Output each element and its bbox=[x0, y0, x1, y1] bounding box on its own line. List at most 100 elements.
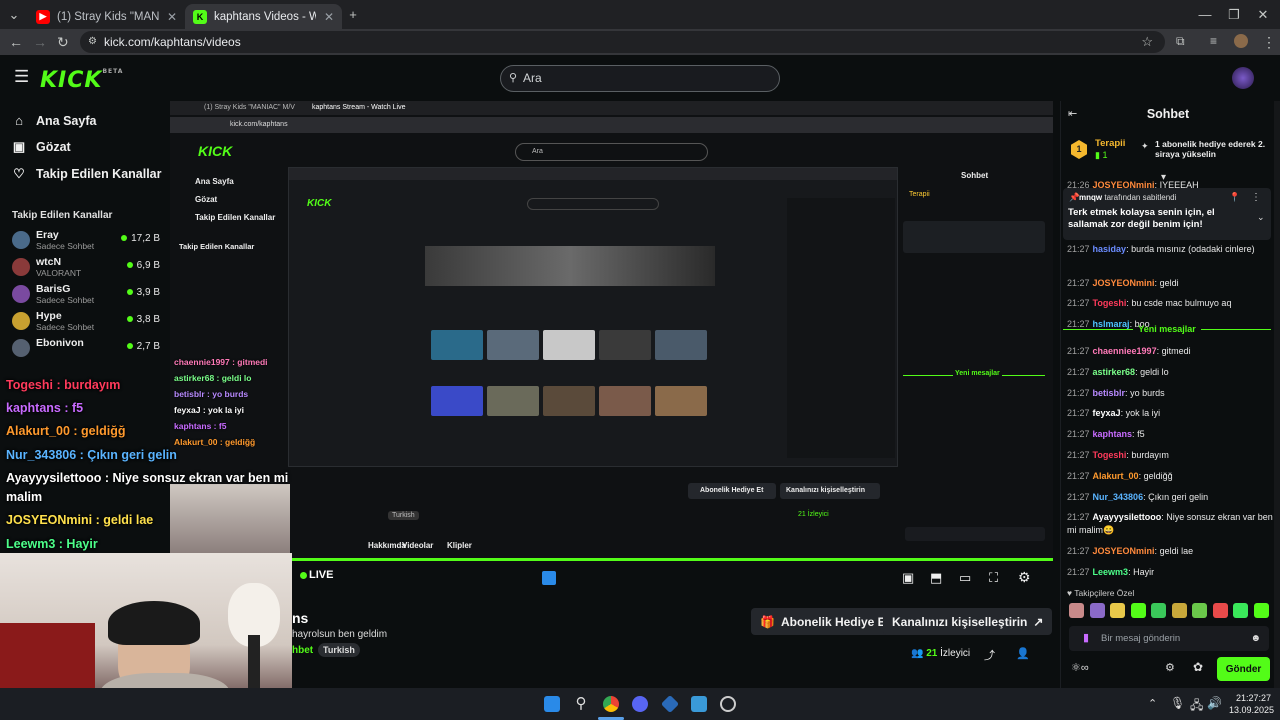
mini-player-icon[interactable]: ▣ bbox=[902, 570, 914, 586]
nested-overlay-line: astirker68 : geldi lo bbox=[174, 373, 252, 383]
theater-mode-icon[interactable]: ⬒ bbox=[930, 570, 942, 586]
share-icon[interactable]: ⤴ bbox=[984, 647, 995, 663]
clock-time[interactable]: 21:27:27 bbox=[1236, 693, 1271, 703]
msg-user[interactable]: Leewm3 bbox=[1093, 567, 1129, 577]
msg-user[interactable]: kaphtans bbox=[1093, 429, 1133, 439]
nav-following[interactable]: ♡ Takip Edilen Kanallar bbox=[12, 166, 161, 182]
forward-icon[interactable]: → bbox=[33, 34, 47, 50]
nested-kick-logo: KICK bbox=[198, 143, 233, 159]
new-tab-icon[interactable]: + bbox=[340, 0, 366, 29]
photos-icon[interactable] bbox=[691, 696, 707, 712]
emote-icon[interactable] bbox=[1192, 603, 1207, 618]
msg-time: 21:27 bbox=[1067, 567, 1090, 577]
settings-gear-icon[interactable]: ⚙ bbox=[1018, 569, 1031, 586]
browser-menu-icon[interactable]: ⋮ bbox=[1262, 34, 1276, 51]
hamburger-menu-icon[interactable]: ☰ bbox=[14, 67, 29, 87]
volume-icon[interactable]: 🔊 bbox=[1207, 696, 1222, 710]
emote-icon[interactable] bbox=[1212, 603, 1228, 618]
msg-user[interactable]: JOSYEONmini bbox=[1093, 278, 1155, 288]
close-window-icon[interactable]: ✕ bbox=[1244, 0, 1280, 29]
media-controls-icon[interactable]: ≡ bbox=[1210, 34, 1217, 48]
cinema-mode-icon[interactable]: ▭ bbox=[959, 570, 971, 586]
customize-channel-button[interactable]: Kanalınızı kişiselleştirin ↗ bbox=[883, 608, 1053, 635]
user-avatar[interactable] bbox=[1232, 67, 1254, 89]
chrome-icon[interactable] bbox=[603, 696, 619, 712]
profile-avatar[interactable] bbox=[1234, 34, 1248, 48]
microphone-icon[interactable]: 🎙 bbox=[1170, 696, 1185, 710]
follow-icon[interactable]: 👤 bbox=[1016, 647, 1030, 660]
channel-name[interactable]: ns bbox=[292, 610, 308, 626]
msg-user[interactable]: Togeshi bbox=[1093, 450, 1127, 460]
channel-avatar bbox=[12, 231, 30, 249]
followed-channel-item[interactable]: wtcN VALORANT 6,9 B bbox=[12, 254, 160, 281]
followed-channel-item[interactable]: BarisG Sadece Sohbet 3,9 B bbox=[12, 281, 160, 308]
followed-channel-item[interactable]: Eray Sadece Sohbet 17,2 B bbox=[12, 227, 160, 254]
emote-icon[interactable] bbox=[1171, 603, 1187, 618]
kick-logo[interactable]: KICKBETA bbox=[40, 68, 123, 93]
fullscreen-icon[interactable]: ⛶ bbox=[989, 570, 998, 586]
msg-time: 21:27 bbox=[1067, 298, 1090, 308]
msg-user[interactable]: astirker68 bbox=[1093, 367, 1136, 377]
chat-message-input[interactable]: ▮ Bir mesaj gönderin ☻ bbox=[1069, 626, 1269, 651]
page-scrollbar[interactable] bbox=[1274, 101, 1280, 688]
unpin-icon[interactable]: 📍 bbox=[1229, 192, 1240, 203]
emote-icon[interactable] bbox=[1089, 603, 1105, 618]
nav-home[interactable]: ⌂ Ana Sayfa bbox=[12, 113, 96, 128]
msg-user[interactable]: Alakurt_00 bbox=[1093, 471, 1139, 481]
obs-icon[interactable] bbox=[720, 696, 736, 712]
language-tag[interactable]: Turkish bbox=[318, 643, 360, 657]
msg-user[interactable]: chaenniee1997 bbox=[1093, 346, 1157, 356]
browser-tab-youtube[interactable]: ▶ (1) Stray Kids "MANIAC" M/V ✕ bbox=[28, 4, 185, 29]
reload-icon[interactable]: ↻ bbox=[57, 34, 69, 51]
msg-user[interactable]: JOSYEONmini bbox=[1093, 546, 1155, 556]
taskbar-search-icon[interactable]: ⚲ bbox=[573, 696, 589, 712]
msg-user[interactable]: Togeshi bbox=[1093, 298, 1127, 308]
msg-user[interactable]: betisblr bbox=[1093, 388, 1126, 398]
clock-date[interactable]: 13.09.2025 bbox=[1229, 705, 1274, 715]
followed-channel-item[interactable]: Ebonivon 2,7 B bbox=[12, 335, 160, 362]
msg-user[interactable]: Ayayyysilettooo bbox=[1093, 512, 1162, 522]
tray-chevron-icon[interactable]: ⌃ bbox=[1148, 697, 1157, 710]
address-bar[interactable]: ⚙ kick.com/kaphtans/videos ☆ bbox=[80, 31, 1165, 53]
close-tab-icon[interactable]: ✕ bbox=[316, 10, 334, 24]
network-icon[interactable]: 🖧 bbox=[1190, 696, 1203, 717]
stream-category[interactable]: hbet bbox=[292, 645, 313, 656]
bookmark-star-icon[interactable]: ☆ bbox=[1141, 31, 1153, 53]
msg-user[interactable]: hasiday bbox=[1093, 244, 1127, 254]
gift-subscription-button[interactable]: 🎁 Abonelik Hediye Et bbox=[751, 608, 899, 635]
emoji-picker-icon[interactable]: ☻ bbox=[1250, 626, 1261, 651]
community-points-icon[interactable]: ⚛∞ bbox=[1071, 661, 1089, 674]
beta-badge: BETA bbox=[102, 68, 124, 75]
msg-user[interactable]: feyxaJ bbox=[1093, 408, 1121, 418]
tab-search-icon[interactable]: ⌄ bbox=[0, 0, 28, 29]
emote-icon[interactable]: ✿ bbox=[1193, 660, 1203, 674]
pinned-expand-icon[interactable]: ⌄ bbox=[1257, 212, 1265, 223]
emote-icon[interactable] bbox=[1069, 603, 1084, 618]
followed-channel-item[interactable]: Hype Sadece Sohbet 3,8 B bbox=[12, 308, 160, 335]
search-input[interactable]: ⚲ Ara bbox=[500, 65, 780, 92]
chat-settings-icon[interactable]: ⚙ bbox=[1165, 661, 1175, 674]
heart-icon: ♡ bbox=[13, 166, 25, 181]
emote-icon[interactable] bbox=[1151, 603, 1166, 618]
back-icon[interactable]: ← bbox=[9, 34, 23, 50]
live-indicator[interactable]: LIVE bbox=[309, 569, 333, 581]
nav-browse[interactable]: ▣ Gözat bbox=[12, 139, 71, 155]
extensions-icon[interactable]: ⧉ bbox=[1176, 34, 1185, 49]
emote-icon[interactable] bbox=[1233, 603, 1248, 618]
emote-icon[interactable] bbox=[1130, 603, 1146, 618]
pinned-menu-icon[interactable]: ⋮ bbox=[1251, 192, 1261, 203]
video-player[interactable]: (1) Stray Kids "MANIAC" M/V kaphtans Str… bbox=[170, 101, 1053, 588]
browser-tab-kick[interactable]: K kaphtans Videos - Watch On-D ✕ bbox=[185, 4, 342, 29]
site-info-icon[interactable]: ⚙ bbox=[88, 31, 97, 53]
windows-start-icon[interactable] bbox=[544, 696, 560, 712]
emote-icon[interactable] bbox=[1110, 603, 1125, 618]
close-tab-icon[interactable]: ✕ bbox=[159, 10, 177, 24]
msg-text: geldiğğ bbox=[1143, 470, 1173, 481]
chat-message: 21:27 astirker68: geldi lo bbox=[1067, 366, 1169, 377]
msg-user[interactable]: Nur_343806 bbox=[1093, 492, 1144, 502]
send-button[interactable]: Gönder bbox=[1217, 657, 1270, 681]
emote-icon[interactable] bbox=[1253, 603, 1269, 618]
tab-label: kaphtans Videos - Watch On-D bbox=[214, 10, 316, 23]
app-icon[interactable] bbox=[660, 694, 680, 714]
discord-icon[interactable] bbox=[632, 696, 648, 712]
